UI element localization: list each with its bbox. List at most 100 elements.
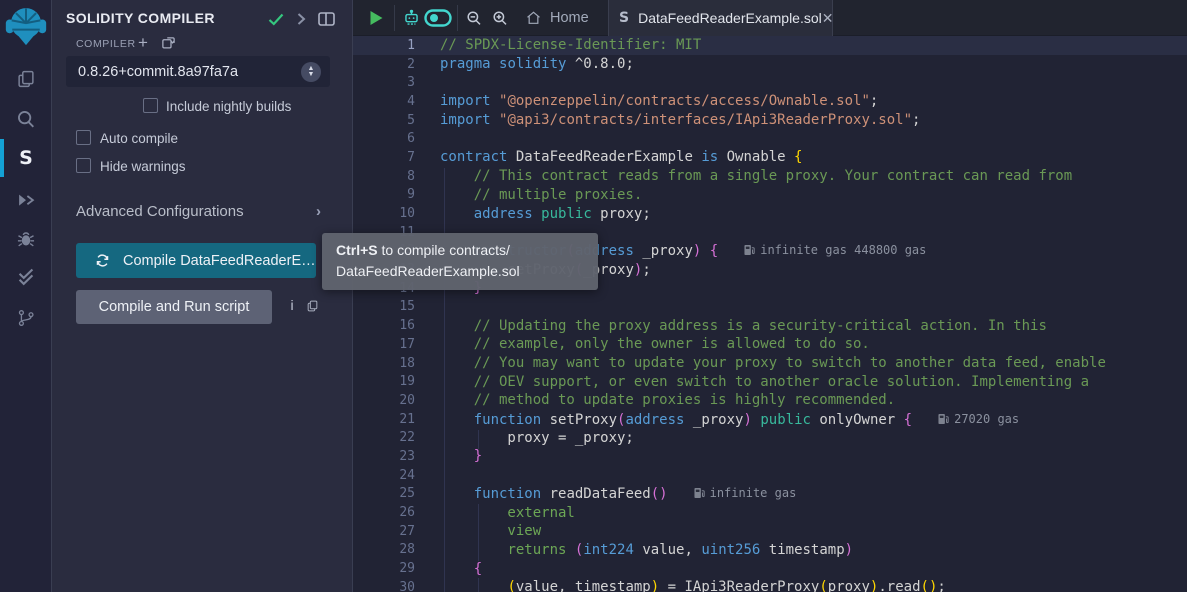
line-number[interactable]: 15 xyxy=(353,299,415,314)
code-text: } xyxy=(415,448,482,464)
file-tab-title: DataFeedReaderExample.sol xyxy=(638,10,822,26)
run-script-play-icon[interactable] xyxy=(369,0,384,36)
tooltip-text: to compile contracts/ xyxy=(378,242,510,258)
code-line[interactable]: 10 address public proxy; xyxy=(353,204,1187,223)
close-tab-icon[interactable]: ✕ xyxy=(822,11,834,25)
line-number[interactable]: 29 xyxy=(353,561,415,576)
gas-pump-icon xyxy=(744,244,755,256)
line-number[interactable]: 17 xyxy=(353,337,415,352)
code-line[interactable]: 5import "@api3/contracts/interfaces/IApi… xyxy=(353,111,1187,130)
line-number[interactable]: 23 xyxy=(353,449,415,464)
gas-pump-icon xyxy=(938,413,949,425)
compile-and-run-label: Compile and Run script xyxy=(99,299,250,315)
line-number[interactable]: 5 xyxy=(353,113,415,128)
auto-compile-label: Auto compile xyxy=(100,131,178,146)
compiler-section-label: COMPILER xyxy=(76,38,136,50)
line-number[interactable]: 6 xyxy=(353,131,415,146)
advanced-chevron-icon[interactable]: › xyxy=(316,203,321,220)
auto-compile-checkbox[interactable] xyxy=(76,130,91,145)
line-number[interactable]: 3 xyxy=(353,75,415,90)
code-text: // method to update proxies is highly re… xyxy=(415,392,895,408)
compiler-version-select[interactable]: 0.8.26+commit.8a97fa7a ▲▼ xyxy=(66,56,330,87)
code-line[interactable]: 1// SPDX-License-Identifier: MIT xyxy=(353,36,1187,55)
git-icon[interactable] xyxy=(0,298,52,338)
line-number[interactable]: 28 xyxy=(353,542,415,557)
remix-logo-icon[interactable] xyxy=(4,3,48,47)
line-number[interactable]: 25 xyxy=(353,486,415,501)
code-line[interactable]: 23 } xyxy=(353,447,1187,466)
compiler-version-value: 0.8.26+commit.8a97fa7a xyxy=(66,64,238,80)
home-tab[interactable]: Home xyxy=(525,0,589,36)
copy-icon[interactable] xyxy=(306,299,319,318)
ai-assistant-robot-icon[interactable] xyxy=(402,0,421,36)
editor-area: Home S DataFeedReaderExample.sol ✕ 1// S… xyxy=(353,0,1187,592)
code-line[interactable]: 4import "@openzeppelin/contracts/access/… xyxy=(353,92,1187,111)
code-line[interactable]: 19 // OEV support, or even switch to ano… xyxy=(353,372,1187,391)
compile-and-run-button[interactable]: Compile and Run script xyxy=(76,290,272,324)
line-number[interactable]: 30 xyxy=(353,580,415,592)
code-line[interactable]: 20 // method to update proxies is highly… xyxy=(353,391,1187,410)
gas-estimate-annotation: infinite gas 448800 gas xyxy=(744,243,926,257)
pin-panel-icon[interactable] xyxy=(318,12,335,31)
line-number[interactable]: 10 xyxy=(353,206,415,221)
line-number[interactable]: 1 xyxy=(353,38,415,53)
code-line[interactable]: 7contract DataFeedReaderExample is Ownab… xyxy=(353,148,1187,167)
code-line[interactable]: 17 // example, only the owner is allowed… xyxy=(353,335,1187,354)
line-number[interactable]: 19 xyxy=(353,374,415,389)
file-explorer-icon[interactable] xyxy=(0,59,52,99)
compile-button[interactable]: Compile DataFeedReaderE… xyxy=(76,243,316,278)
line-number[interactable]: 16 xyxy=(353,318,415,333)
zoom-in-icon[interactable] xyxy=(491,0,509,36)
code-text: address public proxy; xyxy=(415,206,651,222)
line-number[interactable]: 27 xyxy=(353,524,415,539)
code-line[interactable]: 3 xyxy=(353,73,1187,92)
solidity-compiler-panel: SOLIDITY COMPILER COMPILER + 0.8.26+co xyxy=(52,0,353,592)
ai-toggle-switch[interactable] xyxy=(424,0,452,36)
line-number[interactable]: 26 xyxy=(353,505,415,520)
code-line[interactable]: 29 { xyxy=(353,559,1187,578)
deploy-and-run-icon[interactable] xyxy=(0,181,52,221)
line-number[interactable]: 4 xyxy=(353,94,415,109)
line-number[interactable]: 21 xyxy=(353,412,415,427)
code-line[interactable]: 15 xyxy=(353,298,1187,317)
search-icon[interactable] xyxy=(0,99,52,139)
include-nightly-checkbox[interactable] xyxy=(143,98,158,113)
code-text: // example, only the owner is allowed to… xyxy=(415,336,870,352)
code-line[interactable]: 16 // Updating the proxy address is a se… xyxy=(353,316,1187,335)
code-line[interactable]: 18 // You may want to update your proxy … xyxy=(353,354,1187,373)
line-number[interactable]: 8 xyxy=(353,169,415,184)
hide-warnings-label: Hide warnings xyxy=(100,159,186,174)
compile-button-label: Compile DataFeedReaderE… xyxy=(123,253,316,269)
code-line[interactable]: 24 xyxy=(353,466,1187,485)
solidity-compiler-icon[interactable]: S xyxy=(0,138,52,178)
line-number[interactable]: 9 xyxy=(353,187,415,202)
tooltip-filename: DataFeedReaderExample.sol xyxy=(336,263,520,279)
code-line[interactable]: 9 // multiple proxies. xyxy=(353,186,1187,205)
version-spinner-icon[interactable]: ▲▼ xyxy=(301,62,321,82)
reload-compiler-icon[interactable] xyxy=(161,36,176,56)
add-compiler-icon[interactable]: + xyxy=(138,33,148,53)
code-line[interactable]: 21 function setProxy(address _proxy) pub… xyxy=(353,410,1187,429)
unit-testing-icon[interactable] xyxy=(0,257,52,297)
home-label: Home xyxy=(550,10,589,26)
line-number[interactable]: 22 xyxy=(353,430,415,445)
code-line[interactable]: 2pragma solidity ^0.8.0; xyxy=(353,55,1187,74)
info-icon[interactable]: i xyxy=(286,297,298,313)
debugger-icon[interactable] xyxy=(0,219,52,259)
line-number[interactable]: 2 xyxy=(353,57,415,72)
code-line[interactable]: 6 xyxy=(353,129,1187,148)
code-text: // SPDX-License-Identifier: MIT xyxy=(415,37,701,53)
code-line[interactable]: 8 // This contract reads from a single p… xyxy=(353,167,1187,186)
code-text: // OEV support, or even switch to anothe… xyxy=(415,374,1089,390)
line-number[interactable]: 7 xyxy=(353,150,415,165)
line-number[interactable]: 20 xyxy=(353,393,415,408)
collapse-chevron-icon[interactable] xyxy=(296,12,306,31)
zoom-out-icon[interactable] xyxy=(465,0,483,36)
file-tab-active[interactable]: S DataFeedReaderExample.sol ✕ xyxy=(608,0,833,36)
line-number[interactable]: 18 xyxy=(353,356,415,371)
code-text: { xyxy=(415,561,482,577)
line-number[interactable]: 24 xyxy=(353,468,415,483)
hide-warnings-checkbox[interactable] xyxy=(76,158,91,173)
advanced-configurations-toggle[interactable]: Advanced Configurations xyxy=(76,203,244,220)
code-line[interactable]: 25 function readDataFeed()infinite gas xyxy=(353,485,1187,504)
